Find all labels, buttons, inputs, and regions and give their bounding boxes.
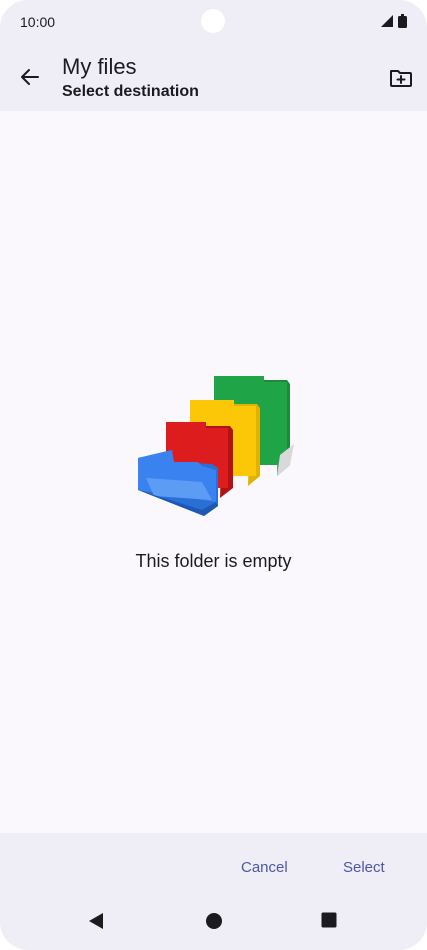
status-time: 10:00	[20, 14, 56, 30]
nav-recents-icon[interactable]	[321, 912, 337, 928]
page-subtitle: Select destination	[62, 83, 199, 100]
create-new-folder-icon	[390, 70, 412, 87]
nav-back-icon[interactable]	[88, 912, 104, 930]
cancel-button[interactable]: Cancel	[237, 857, 292, 878]
empty-folder-message: This folder is empty	[135, 551, 292, 571]
arrow-back-icon	[21, 69, 39, 85]
app-bar-titles: My files Select destination	[62, 54, 199, 101]
status-icons	[380, 14, 407, 28]
signal-icon	[381, 15, 393, 27]
nav-home-icon[interactable]	[205, 912, 223, 930]
camera-cutout	[201, 9, 225, 33]
back-button[interactable]	[14, 61, 46, 93]
phone-screen: 10:00 My files Select destination This f…	[0, 0, 427, 950]
new-folder-button[interactable]	[385, 62, 417, 94]
battery-icon	[398, 14, 407, 28]
bottom-bar	[0, 833, 427, 950]
page-title: My files	[62, 54, 137, 79]
empty-folder-illustration	[138, 376, 294, 516]
select-button[interactable]: Select	[339, 857, 389, 878]
